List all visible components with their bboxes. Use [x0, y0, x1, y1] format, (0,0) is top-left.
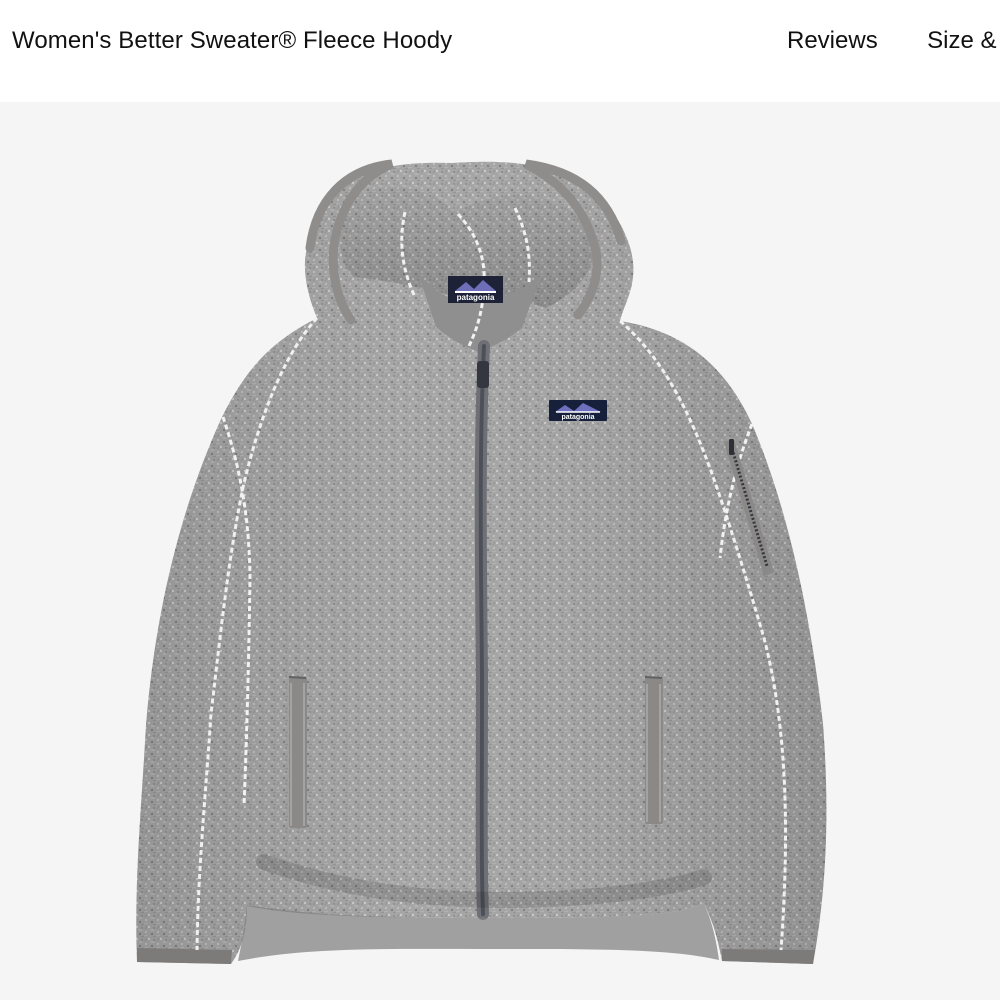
zipper-pull: [477, 361, 489, 388]
product-section-nav: Reviews Size & F: [787, 27, 1000, 55]
chest-logo-text: patagonia: [561, 414, 594, 421]
reviews-link[interactable]: Reviews: [787, 27, 878, 55]
product-page: Women's Better Sweater® Fleece Hoody Rev…: [0, 0, 1000, 1000]
product-image: patagonia patagonia: [0, 102, 1000, 1000]
right-hand-pocket: [644, 676, 663, 824]
product-header: Women's Better Sweater® Fleece Hoody Rev…: [0, 0, 1000, 102]
product-image-stage: patagonia patagonia: [0, 102, 1000, 1000]
product-title: Women's Better Sweater® Fleece Hoody: [12, 27, 453, 54]
left-cuff: [137, 948, 232, 964]
size-fit-link[interactable]: Size & F: [927, 27, 1000, 55]
chest-patagonia-logo: patagonia: [549, 400, 607, 421]
neck-patagonia-label: patagonia: [448, 276, 503, 303]
neck-logo-text: patagonia: [457, 293, 495, 302]
left-hand-pocket: [288, 676, 307, 828]
